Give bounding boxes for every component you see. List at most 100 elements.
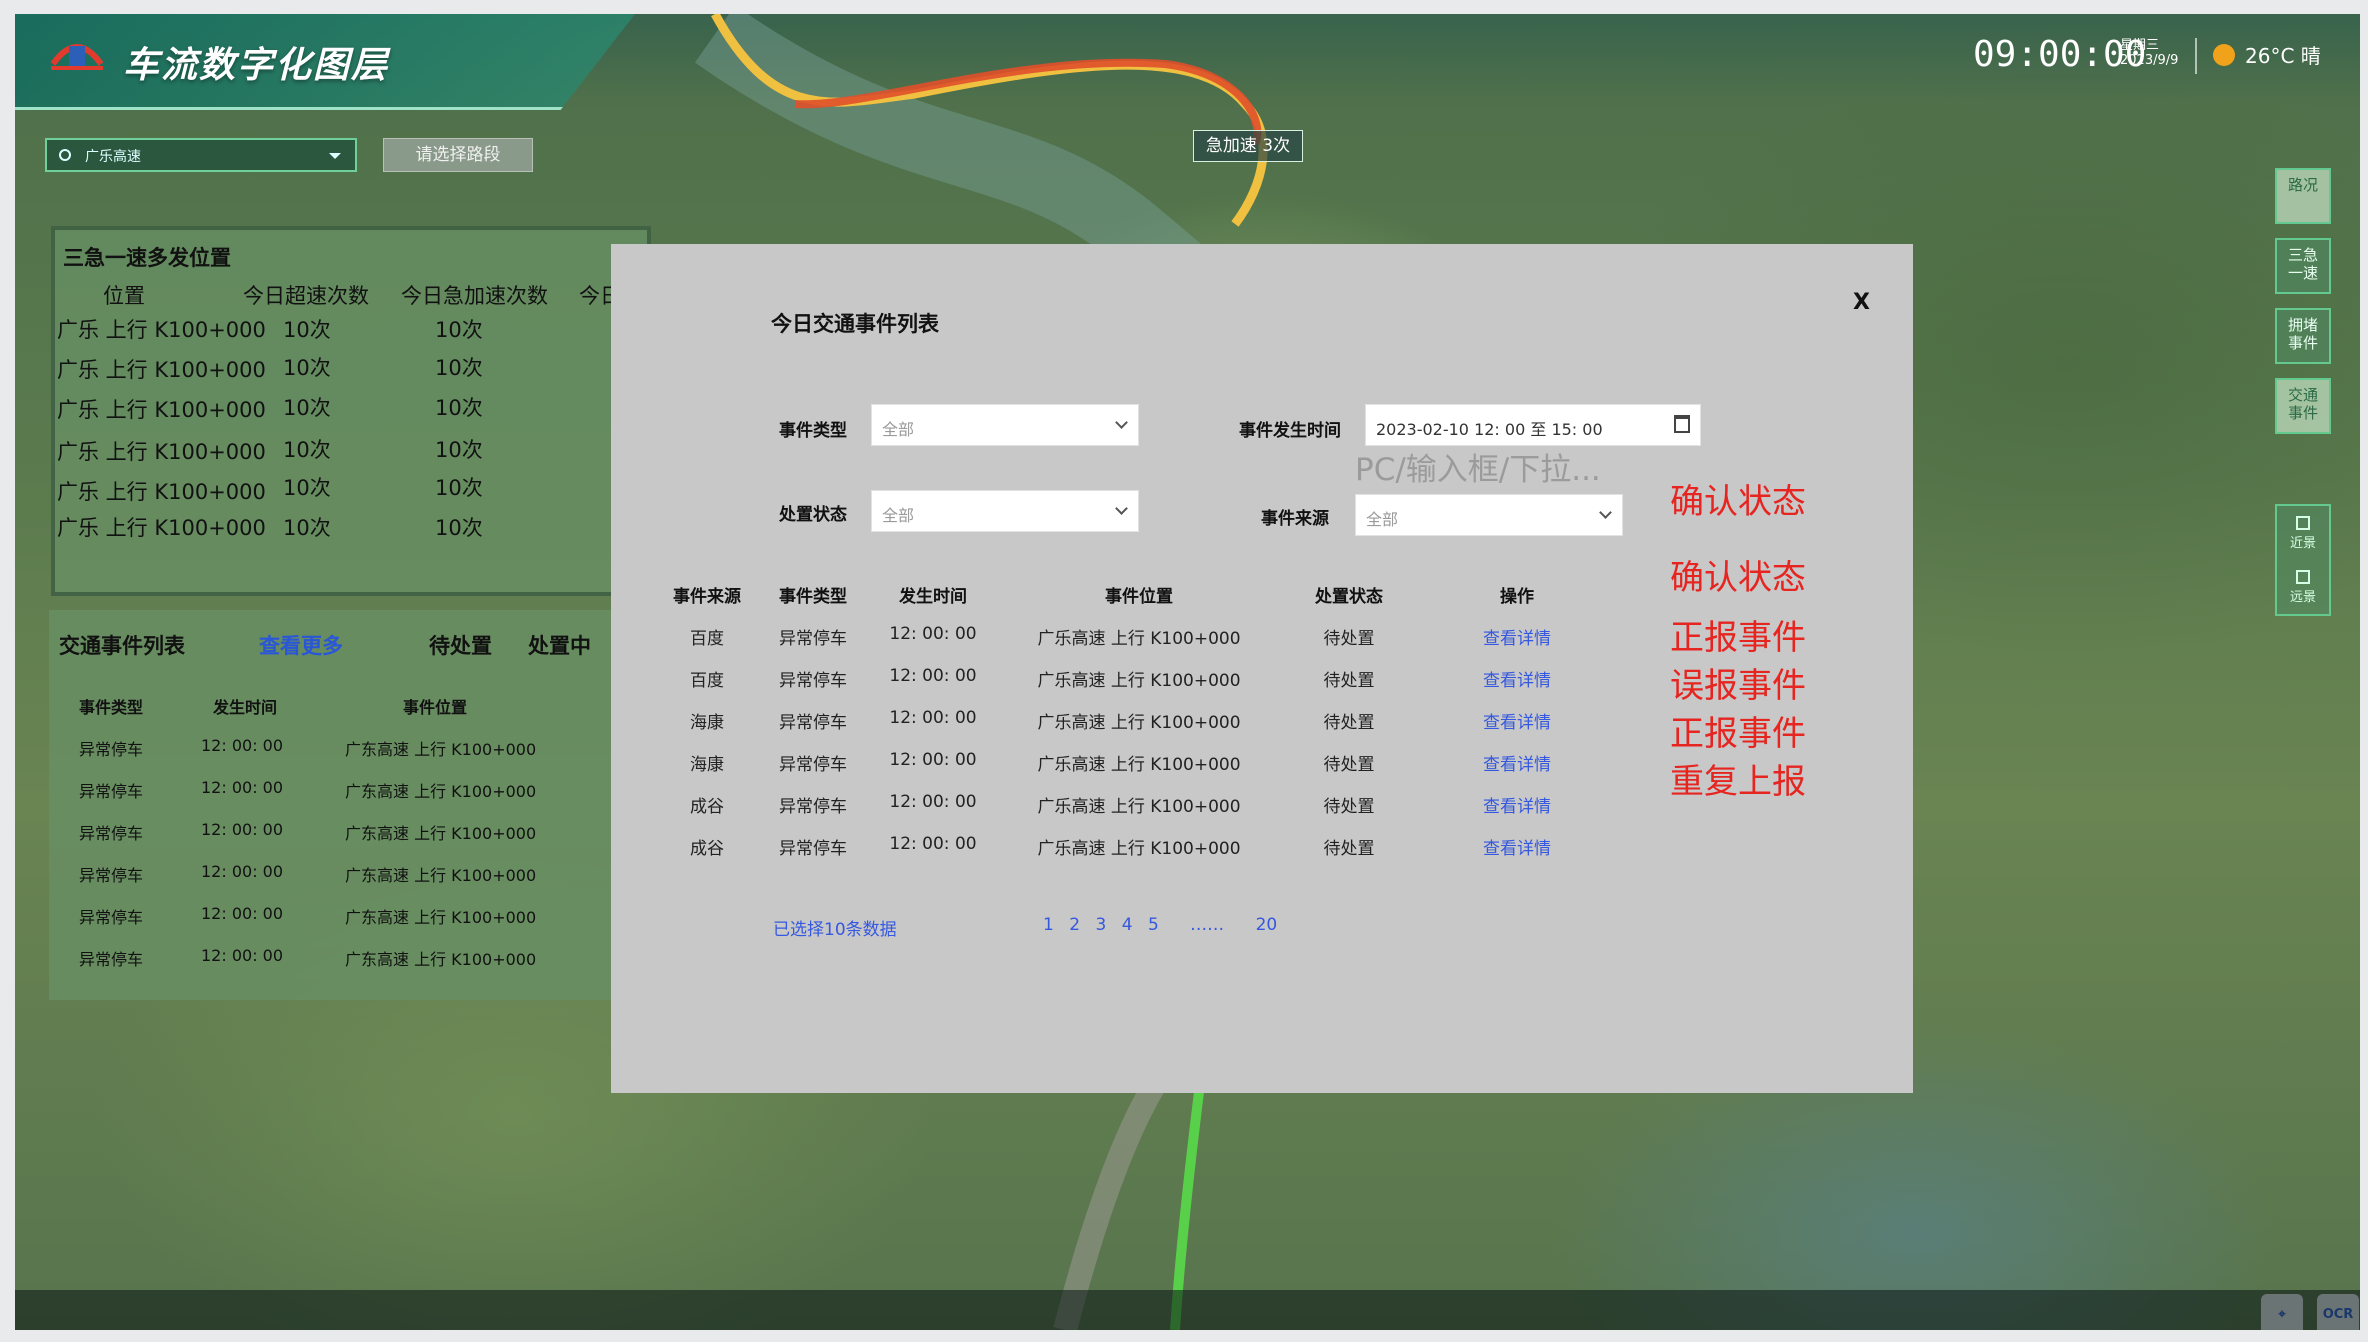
event-type: 异常停车 <box>79 782 144 801</box>
hotspot-accel: 10次 <box>435 516 483 540</box>
hotspot-speeding: 10次 <box>283 396 331 420</box>
col-location: 事件位置 <box>1105 587 1173 607</box>
row-time: 12: 00: 00 <box>889 750 977 770</box>
view-detail-link[interactable]: 查看详情 <box>1483 708 1551 733</box>
view-detail-link[interactable]: 查看详情 <box>1483 750 1551 775</box>
hotspot-location: 广乐 上行 K100+000 <box>57 318 266 342</box>
sun-icon <box>2213 44 2235 66</box>
time-label: 事件发生时间 <box>1239 421 1341 441</box>
far-view-button[interactable]: 远景 <box>2277 562 2329 612</box>
row-source: 海康 <box>690 755 724 775</box>
chevron-down-icon <box>1599 506 1612 519</box>
hotspot-location: 广乐 上行 K100+000 <box>57 516 266 540</box>
accel-tag[interactable]: 急加速 3次 <box>1193 130 1303 162</box>
row-type: 异常停车 <box>779 797 847 817</box>
row-location: 广乐高速 上行 K100+000 <box>1037 755 1241 775</box>
source-value: 全部 <box>1366 510 1399 529</box>
view-detail-link[interactable]: 查看详情 <box>1483 834 1551 859</box>
far-view-label: 远景 <box>2289 590 2316 605</box>
event-location: 广东高速 上行 K100+000 <box>345 908 537 927</box>
rail-traffic-events[interactable]: 交通 事件 <box>2275 378 2331 434</box>
events-panel: 交通事件列表 查看更多 待处置 处置中 事件类型 发生时间 事件位置 异常停车 … <box>49 610 629 1000</box>
view-detail-link[interactable]: 查看详情 <box>1483 666 1551 691</box>
row-source: 百度 <box>690 671 724 691</box>
row-type: 异常停车 <box>779 713 847 733</box>
view-more-link[interactable]: 查看更多 <box>259 630 343 660</box>
view-detail-link[interactable]: 查看详情 <box>1483 792 1551 817</box>
hotspot-accel: 10次 <box>435 476 483 500</box>
hotspot-location: 广乐 上行 K100+000 <box>57 398 266 422</box>
event-time: 12: 00: 00 <box>201 862 284 881</box>
event-location: 广东高速 上行 K100+000 <box>345 824 537 843</box>
hotspot-title: 三急一速多发位置 <box>63 246 231 270</box>
source-select[interactable]: 全部 <box>1355 494 1623 536</box>
row-source: 百度 <box>690 629 724 649</box>
event-type: 异常停车 <box>79 950 144 969</box>
status-label: 处置状态 <box>779 505 847 525</box>
page-20[interactable]: 20 <box>1256 915 1278 935</box>
hint-text: PC/输入框/下拉... <box>1355 452 1601 488</box>
caret-down-icon <box>329 153 341 165</box>
event-location: 广东高速 上行 K100+000 <box>345 866 537 885</box>
pagination: 1 2 3 4 5 …… 20 <box>1043 915 1287 935</box>
view-detail-link[interactable]: 查看详情 <box>1483 624 1551 649</box>
hotspot-accel: 10次 <box>435 396 483 420</box>
source-label: 事件来源 <box>1261 509 1329 529</box>
page-ellipsis: …… <box>1190 915 1225 935</box>
row-status: 待处置 <box>1323 671 1375 691</box>
date-label: 2023/9/9 <box>2120 53 2179 68</box>
app-title: 车流数字化图层 <box>123 45 390 86</box>
col-type: 事件类型 <box>779 587 847 607</box>
row-location: 广乐高速 上行 K100+000 <box>1037 713 1241 733</box>
segment-select-button[interactable]: 请选择路段 <box>383 138 533 172</box>
event-time: 12: 00: 00 <box>201 904 284 923</box>
tab-processing[interactable]: 处置中 <box>528 630 591 660</box>
page-2[interactable]: 2 <box>1069 915 1080 935</box>
time-range-input[interactable]: 2023-02-10 12: 00 至 15: 00 <box>1365 404 1701 446</box>
hotspot-speeding: 10次 <box>283 516 331 540</box>
hotspot-accel: 10次 <box>435 356 483 380</box>
rail-three-rapid[interactable]: 三急 一速 <box>2275 238 2331 294</box>
status-select[interactable]: 全部 <box>871 490 1139 532</box>
hotspot-location: 广乐 上行 K100+000 <box>57 440 266 464</box>
events-col-time: 发生时间 <box>213 698 278 717</box>
tab-pending[interactable]: 待处置 <box>429 630 492 660</box>
weekday-label: 星期三 <box>2120 38 2160 53</box>
annotation-label: 正报事件 <box>1670 618 1806 658</box>
row-location: 广乐高速 上行 K100+000 <box>1037 629 1241 649</box>
road-select[interactable]: 广乐高速 <box>45 138 357 172</box>
page-5[interactable]: 5 <box>1148 915 1159 935</box>
event-type: 异常停车 <box>79 740 144 759</box>
close-button[interactable]: X <box>1853 290 1870 315</box>
header-divider <box>2195 38 2197 74</box>
row-type: 异常停车 <box>779 671 847 691</box>
row-location: 广乐高速 上行 K100+000 <box>1037 839 1241 859</box>
map-view[interactable]: 车流数字化图层 09:00:00 星期三 2023/9/9 26°C 晴 急加速… <box>15 14 2360 1330</box>
event-location: 广东高速 上行 K100+000 <box>345 950 537 969</box>
events-col-location: 事件位置 <box>403 698 468 717</box>
row-status: 待处置 <box>1323 839 1375 859</box>
row-type: 异常停车 <box>779 629 847 649</box>
rail-congestion[interactable]: 拥堵 事件 <box>2275 308 2331 364</box>
route-line-green <box>1170 1083 1205 1330</box>
event-time: 12: 00: 00 <box>201 946 284 965</box>
rail-road-status[interactable]: 路况 <box>2275 168 2331 224</box>
ocr-button[interactable]: OCR <box>2317 1294 2359 1330</box>
col-source: 事件来源 <box>673 587 741 607</box>
event-type-select[interactable]: 全部 <box>871 404 1139 446</box>
page-4[interactable]: 4 <box>1122 915 1133 935</box>
hotspot-location: 广乐 上行 K100+000 <box>57 358 266 382</box>
event-type: 异常停车 <box>79 824 144 843</box>
row-location: 广乐高速 上行 K100+000 <box>1037 671 1241 691</box>
logo-icon <box>50 44 104 70</box>
row-time: 12: 00: 00 <box>889 708 977 728</box>
screenshot-button[interactable]: ⌖ <box>2261 1294 2303 1330</box>
events-col-type: 事件类型 <box>79 698 144 717</box>
hotspot-speeding: 10次 <box>283 476 331 500</box>
near-view-button[interactable]: 近景 <box>2277 508 2329 558</box>
page-1[interactable]: 1 <box>1043 915 1054 935</box>
page-3[interactable]: 3 <box>1095 915 1106 935</box>
road-select-value: 广乐高速 <box>85 149 141 165</box>
event-type: 异常停车 <box>79 866 144 885</box>
annotation-label: 误报事件 <box>1670 666 1806 706</box>
